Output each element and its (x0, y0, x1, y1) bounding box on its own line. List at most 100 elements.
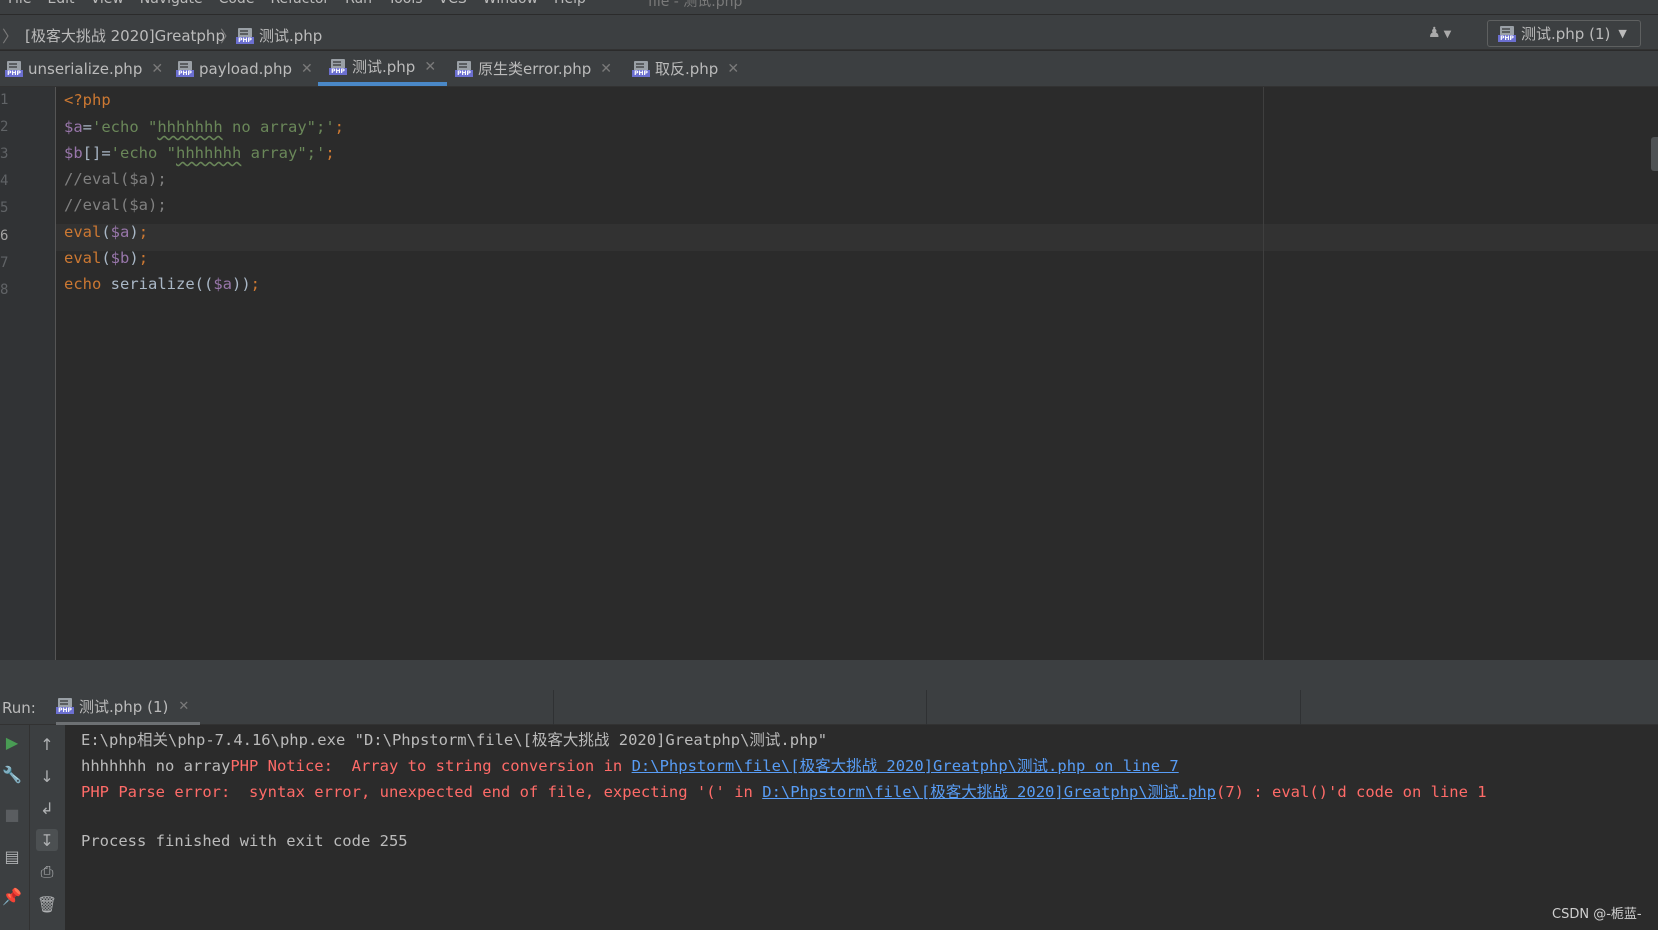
menu-item-vcs[interactable]: VCS (439, 0, 467, 7)
arrow-down-icon[interactable]: ↓ (36, 765, 58, 787)
console-file-link[interactable]: D:\Phpstorm\file\[极客大挑战 2020]Greatphp\测试… (632, 757, 1179, 775)
trash-icon[interactable]: 🗑 (36, 893, 58, 915)
tab-unserialize[interactable]: PHP unserialize.php ✕ (5, 51, 163, 86)
code-token: array";' (241, 144, 326, 162)
run-tool-window-header: Run: PHP 测试.php (1) ✕ (0, 690, 1658, 725)
code-token: ; (138, 223, 149, 241)
code-token: 'echo " (92, 118, 158, 136)
tab-test[interactable]: PHP 测试.php ✕ (318, 51, 448, 86)
code-token: hhhhhhh (176, 144, 242, 162)
code-line: //eval($a); (64, 170, 167, 188)
run-tab-label: 测试.php (1) (79, 697, 169, 716)
pin-icon[interactable]: 📌 (1, 885, 23, 907)
layout-icon[interactable]: ▤ (1, 845, 23, 867)
run-configuration-select[interactable]: PHP 测试.php (1) ▼ (1487, 20, 1641, 47)
close-icon[interactable]: ✕ (301, 61, 313, 77)
tab-payload[interactable]: PHP payload.php ✕ (176, 51, 313, 86)
code-token: 'echo " (110, 144, 176, 162)
editor-scrollbar[interactable] (1651, 137, 1658, 171)
php-file-icon: PHP (455, 60, 473, 77)
console-line: hhhhhhh no arrayPHP Notice: Array to str… (81, 754, 1179, 776)
print-icon[interactable]: ⎙ (36, 861, 58, 883)
code-token: ) (129, 223, 139, 241)
close-icon[interactable]: ✕ (424, 59, 436, 75)
tab-label: 测试.php (352, 58, 416, 76)
menu-bar: File Edit View Navigate Code Refactor Run Tools… (0, 0, 1658, 14)
code-token: []= (82, 144, 111, 162)
stop-icon[interactable]: ■ (1, 803, 23, 825)
code-token: ; (250, 275, 260, 293)
code-token: = (82, 118, 93, 136)
navigation-bar: 〉 [极客大挑战 2020]Greatphp 〉 PHP 测试.php ♟ ▼ P… (0, 14, 1658, 50)
code-line: <?php (64, 91, 111, 109)
wrench-icon[interactable]: 🔧 (1, 763, 23, 785)
menu-item-window[interactable]: Window (483, 0, 538, 7)
code-token: eval (64, 249, 102, 267)
current-line-highlight (56, 224, 1658, 251)
code-line: echo serialize(($a)); (64, 275, 260, 293)
breadcrumb-project[interactable]: [极客大挑战 2020]Greatphp (25, 25, 225, 46)
menu-item-run[interactable]: Run (345, 0, 372, 7)
menu-item-tools[interactable]: Tools (388, 0, 423, 7)
code-token: echo (64, 275, 102, 293)
tab-label: payload.php (199, 59, 292, 78)
rerun-icon[interactable]: ▶ (1, 731, 23, 753)
editor-tab-bar: PHP unserialize.php ✕ PHP payload.php ✕ … (0, 51, 1658, 87)
menu-item-navigate[interactable]: Navigate (140, 0, 203, 7)
line-number: 1 (0, 92, 9, 108)
menu-item-view[interactable]: View (91, 0, 124, 7)
php-file-icon: PHP (632, 60, 650, 77)
php-file-icon: PHP (329, 58, 347, 75)
code-editor[interactable]: 1 2 3 4 5 6 7 8 <?php $a='echo "hhhhhhh n… (0, 87, 1658, 660)
code-token: //eval($a); (64, 196, 167, 214)
console-line: Process finished with exit code 255 (81, 832, 408, 850)
php-file-icon: PHP (236, 27, 254, 44)
line-number: 4 (0, 173, 9, 189)
arrow-up-icon[interactable]: ↑ (36, 733, 58, 755)
code-token: $b (64, 144, 83, 162)
scroll-to-end-icon[interactable]: ↧ (36, 829, 58, 851)
tab-native-error[interactable]: PHP 原生类error.php ✕ (455, 51, 612, 86)
php-file-icon: PHP (56, 698, 74, 714)
menu-item-file[interactable]: File (8, 0, 31, 7)
menu-item-edit[interactable]: Edit (47, 0, 74, 7)
console-line: E:\php相关\php-7.4.16\php.exe "D:\Phpstorm… (81, 728, 827, 750)
line-number-gutter[interactable]: 1 2 3 4 5 6 7 8 (0, 87, 56, 660)
user-account-button[interactable]: ♟ ▼ (1428, 25, 1464, 43)
tab-label: unserialize.php (28, 59, 143, 78)
window-title: file - 测试.php (648, 0, 743, 10)
console-text: E:\php相关\php-7.4.16\php.exe "D:\Phpstorm… (81, 731, 828, 749)
console-file-link[interactable]: D:\Phpstorm\file\[极客大挑战 2020]Greatphp\测试… (762, 783, 1216, 801)
code-token: ; (334, 118, 344, 136)
divider (553, 690, 554, 725)
run-toolbar-secondary: ↑ ↓ ↲ ↧ ⎙ 🗑 (30, 725, 66, 930)
php-file-icon: PHP (1498, 25, 1516, 42)
code-token: )) (231, 275, 251, 293)
run-configuration-label: 测试.php (1) (1521, 25, 1611, 43)
console-line: PHP Parse error: syntax error, unexpecte… (81, 780, 1487, 802)
run-tab[interactable]: PHP 测试.php (1) ✕ (56, 690, 200, 725)
menu-item-help[interactable]: Help (554, 0, 586, 7)
close-icon[interactable]: ✕ (178, 699, 189, 714)
breadcrumb-file[interactable]: PHP 测试.php (236, 25, 322, 46)
code-line: $a='echo "hhhhhhh no array";'; (64, 118, 344, 136)
soft-wrap-icon[interactable]: ↲ (36, 797, 58, 819)
code-token: //eval($a); (64, 170, 167, 188)
code-token: eval (64, 223, 102, 241)
close-icon[interactable]: ✕ (600, 61, 612, 77)
close-icon[interactable]: ✕ (151, 61, 163, 77)
close-icon[interactable]: ✕ (727, 61, 739, 77)
code-token: ; (325, 144, 335, 162)
menu-item-refactor[interactable]: Refactor (270, 0, 329, 7)
tab-negate[interactable]: PHP 取反.php ✕ (632, 51, 739, 86)
code-line: eval($b); (64, 249, 148, 267)
menu-item-code[interactable]: Code (219, 0, 255, 7)
line-number: 7 (0, 255, 9, 271)
run-label: Run: (2, 699, 36, 717)
breadcrumb-file-label: 测试.php (259, 27, 323, 45)
code-line: eval($a); (64, 223, 148, 241)
php-file-icon: PHP (176, 60, 194, 77)
panel-splitter[interactable] (0, 660, 1658, 690)
run-console-output[interactable]: E:\php相关\php-7.4.16\php.exe "D:\Phpstorm… (66, 725, 1658, 930)
line-number: 2 (0, 119, 9, 135)
